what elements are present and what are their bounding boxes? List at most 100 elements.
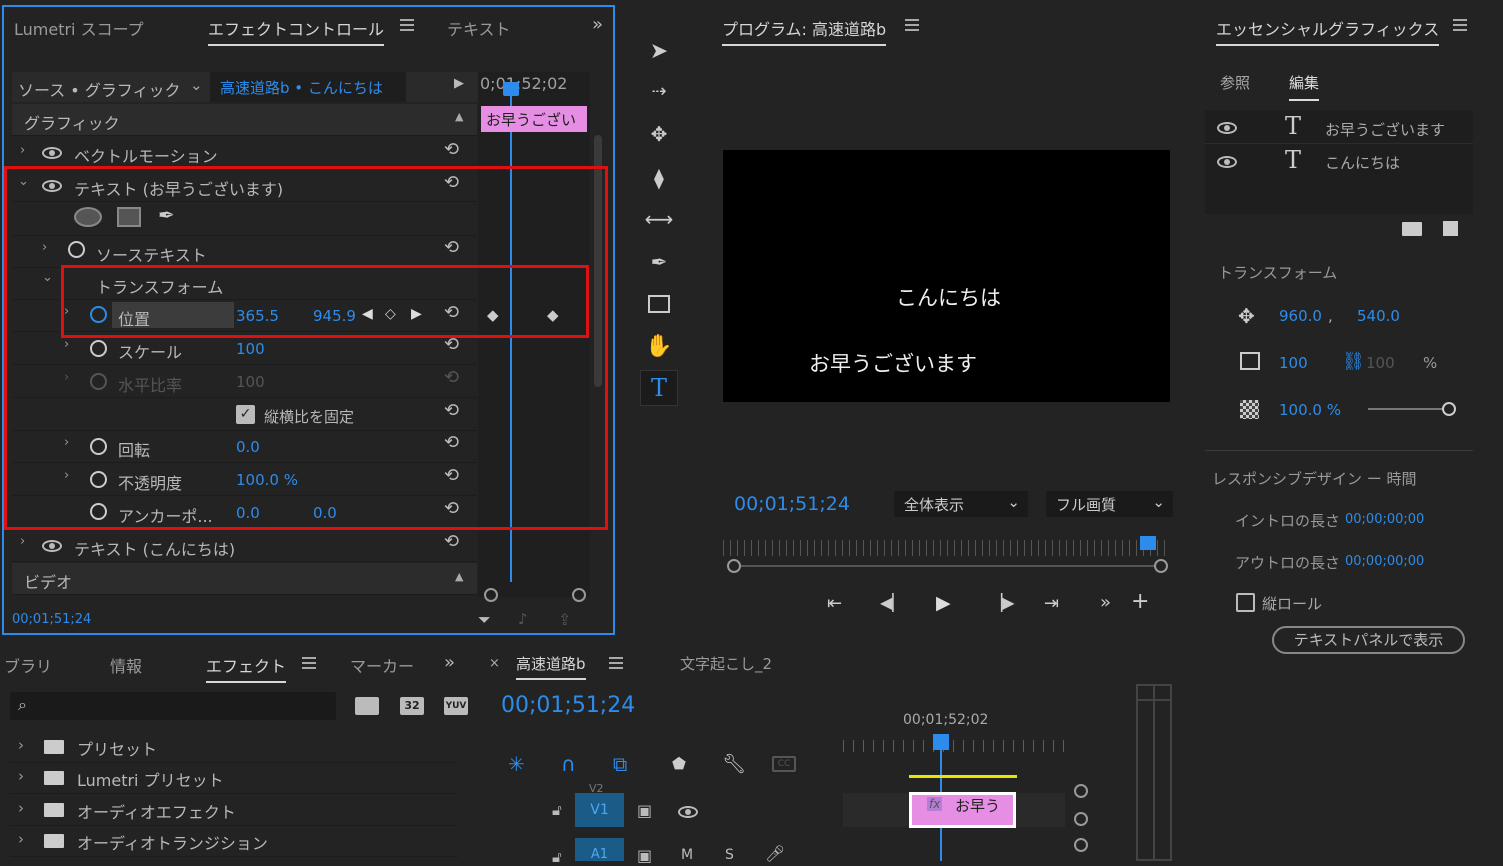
go-to-out-icon[interactable]: ⇥ — [1044, 593, 1059, 614]
panel-menu-icon[interactable] — [1453, 19, 1467, 31]
track-select-tool-icon[interactable]: ⇢ — [640, 73, 678, 109]
timeline-ruler[interactable] — [843, 740, 1065, 752]
step-back-icon[interactable]: ◀▏ — [880, 593, 905, 612]
zoom-select[interactable]: 全体表示 ⌄ — [894, 491, 1028, 517]
scale-value[interactable]: 100 — [1279, 354, 1308, 372]
timeline-timecode[interactable]: 00;01;51;24 — [501, 693, 635, 718]
eye-icon[interactable] — [1217, 156, 1237, 168]
track-scroll-handle[interactable] — [1074, 812, 1088, 826]
zoom-handle-right[interactable] — [572, 588, 586, 602]
captions-icon[interactable]: CC — [772, 756, 796, 772]
tab-transcript[interactable]: 文字起こし_2 — [680, 653, 772, 674]
scroll-handle-right[interactable] — [1154, 559, 1168, 573]
track-v1-target[interactable]: V1 — [575, 793, 624, 827]
pos-y-value[interactable]: 540.0 — [1357, 307, 1400, 325]
pos-x-value[interactable]: 960.0 — [1279, 307, 1322, 325]
link-icon[interactable]: ⛓ — [1342, 351, 1365, 372]
rectangle-tool-icon[interactable] — [640, 286, 678, 322]
tab-markers[interactable]: マーカー — [350, 653, 414, 677]
clip-selector[interactable]: 高速道路b • こんにちは — [210, 72, 406, 102]
tab-effect-controls[interactable]: エフェクトコントロール — [208, 16, 385, 46]
chevron-right-icon[interactable]: › — [20, 534, 25, 549]
panel-menu-icon[interactable] — [609, 657, 623, 669]
hand-tool-icon[interactable]: ✋ — [640, 328, 678, 364]
reset-icon[interactable]: ⟲ — [444, 531, 466, 553]
quality-select[interactable]: フル画質 ⌄ — [1046, 491, 1173, 517]
work-area-bar[interactable] — [909, 775, 1017, 778]
magnet-icon[interactable]: ∩ — [561, 752, 576, 776]
chevron-right-icon[interactable]: › — [20, 143, 25, 158]
chevron-right-icon[interactable]: › — [18, 799, 24, 817]
tab-library[interactable]: ブラリ — [4, 653, 52, 677]
linked-selection-icon[interactable]: ⧉ — [613, 752, 627, 776]
tab-lumetri-scopes[interactable]: Lumetri スコープ — [14, 16, 144, 40]
play-only-icon[interactable]: ▶ — [454, 76, 464, 91]
slip-tool-icon[interactable]: ⟷ — [640, 201, 678, 237]
eye-icon[interactable] — [1217, 122, 1237, 134]
chevron-right-icon[interactable]: › — [18, 830, 24, 848]
add-button-icon[interactable]: + — [1131, 589, 1149, 614]
eye-icon[interactable] — [42, 147, 62, 159]
selection-tool-icon[interactable]: ➤ — [640, 33, 678, 69]
export-icon[interactable]: ⇪ — [558, 610, 571, 629]
effects-folder-item[interactable]: › オーディオトランジション — [10, 827, 458, 857]
effects-folder-item[interactable]: › オーディオエフェクト — [10, 796, 458, 826]
folder-icon[interactable] — [1402, 222, 1422, 236]
collapse-up-icon[interactable]: ▲ — [455, 110, 463, 123]
snap-icon[interactable]: ✳ — [508, 752, 525, 776]
scroll-track[interactable] — [741, 565, 1154, 567]
eye-icon[interactable] — [678, 806, 698, 818]
microphone-icon[interactable]: 🎤︎ — [765, 844, 785, 863]
wrench-icon[interactable]: 🔧︎ — [722, 752, 746, 775]
ripple-edit-tool-icon[interactable]: ✥ — [640, 116, 678, 152]
intro-value[interactable]: 00;00;00;00 — [1345, 512, 1424, 527]
effects-search-input[interactable] — [10, 692, 336, 720]
32bit-effects-icon[interactable]: 32 — [400, 697, 424, 715]
zoom-handle-left[interactable] — [484, 588, 498, 602]
program-ruler[interactable] — [723, 540, 1169, 556]
chevron-down-icon[interactable]: ⌄ — [190, 76, 203, 94]
mini-clip[interactable]: お早うござい — [481, 106, 587, 132]
go-to-in-icon[interactable]: ⇤ — [827, 593, 842, 614]
audio-icon[interactable]: ♪ — [518, 610, 528, 628]
chevron-right-icon[interactable]: › — [18, 767, 24, 785]
track-scroll-handle[interactable] — [1074, 784, 1088, 798]
lock-icon[interactable]: 🔓︎ — [552, 848, 562, 866]
opacity-slider-handle[interactable] — [1442, 402, 1456, 416]
track-a1-target[interactable]: A1 — [575, 838, 624, 861]
yuv-effects-icon[interactable]: YUV — [444, 697, 468, 715]
text-panel-button[interactable]: テキストパネルで表示 — [1272, 626, 1465, 654]
pen-tool-icon[interactable]: ✒ — [640, 244, 678, 280]
opacity-value[interactable]: 100.0 % — [1279, 401, 1341, 419]
effects-folder-item[interactable]: › プリセット — [10, 733, 458, 763]
panel-menu-icon[interactable] — [400, 19, 414, 31]
program-playhead[interactable] — [1140, 536, 1156, 550]
eye-icon[interactable] — [42, 540, 62, 552]
tab-sequence[interactable]: 高速道路b — [516, 653, 586, 680]
accelerated-effects-icon[interactable] — [355, 697, 379, 715]
track-scroll-handle[interactable] — [1074, 838, 1088, 852]
play-icon[interactable]: ▶ — [936, 592, 951, 614]
tab-browse[interactable]: 参照 — [1220, 72, 1250, 93]
reset-icon[interactable]: ⟲ — [444, 139, 466, 161]
sync-lock-icon[interactable]: ▣ — [637, 846, 652, 865]
panel-menu-icon[interactable] — [905, 19, 919, 31]
panel-menu-icon[interactable] — [302, 657, 316, 669]
collapse-up-icon[interactable]: ▲ — [455, 570, 463, 583]
filter-icon[interactable]: ⏷ — [478, 610, 491, 630]
chevron-right-icon[interactable]: › — [18, 736, 24, 754]
opacity-slider-track[interactable] — [1368, 408, 1448, 410]
program-timecode[interactable]: 00;01;51;24 — [734, 493, 850, 515]
chevron-double-right-icon[interactable]: » — [444, 652, 455, 673]
scroll-handle-left[interactable] — [727, 559, 741, 573]
roll-checkbox[interactable] — [1236, 593, 1255, 612]
step-forward-icon[interactable]: ▕▶ — [990, 593, 1015, 612]
outro-value[interactable]: 00;00;00;00 — [1345, 554, 1424, 569]
tab-info[interactable]: 情報 — [110, 653, 142, 677]
tab-effects[interactable]: エフェクト — [206, 653, 287, 683]
add-marker-icon[interactable]: ⬟ — [672, 754, 686, 773]
new-layer-icon[interactable] — [1443, 221, 1458, 236]
tab-edit[interactable]: 編集 — [1289, 72, 1320, 101]
more-controls-icon[interactable]: » — [1100, 592, 1111, 613]
razor-tool-icon[interactable]: ⧫ — [640, 160, 678, 196]
